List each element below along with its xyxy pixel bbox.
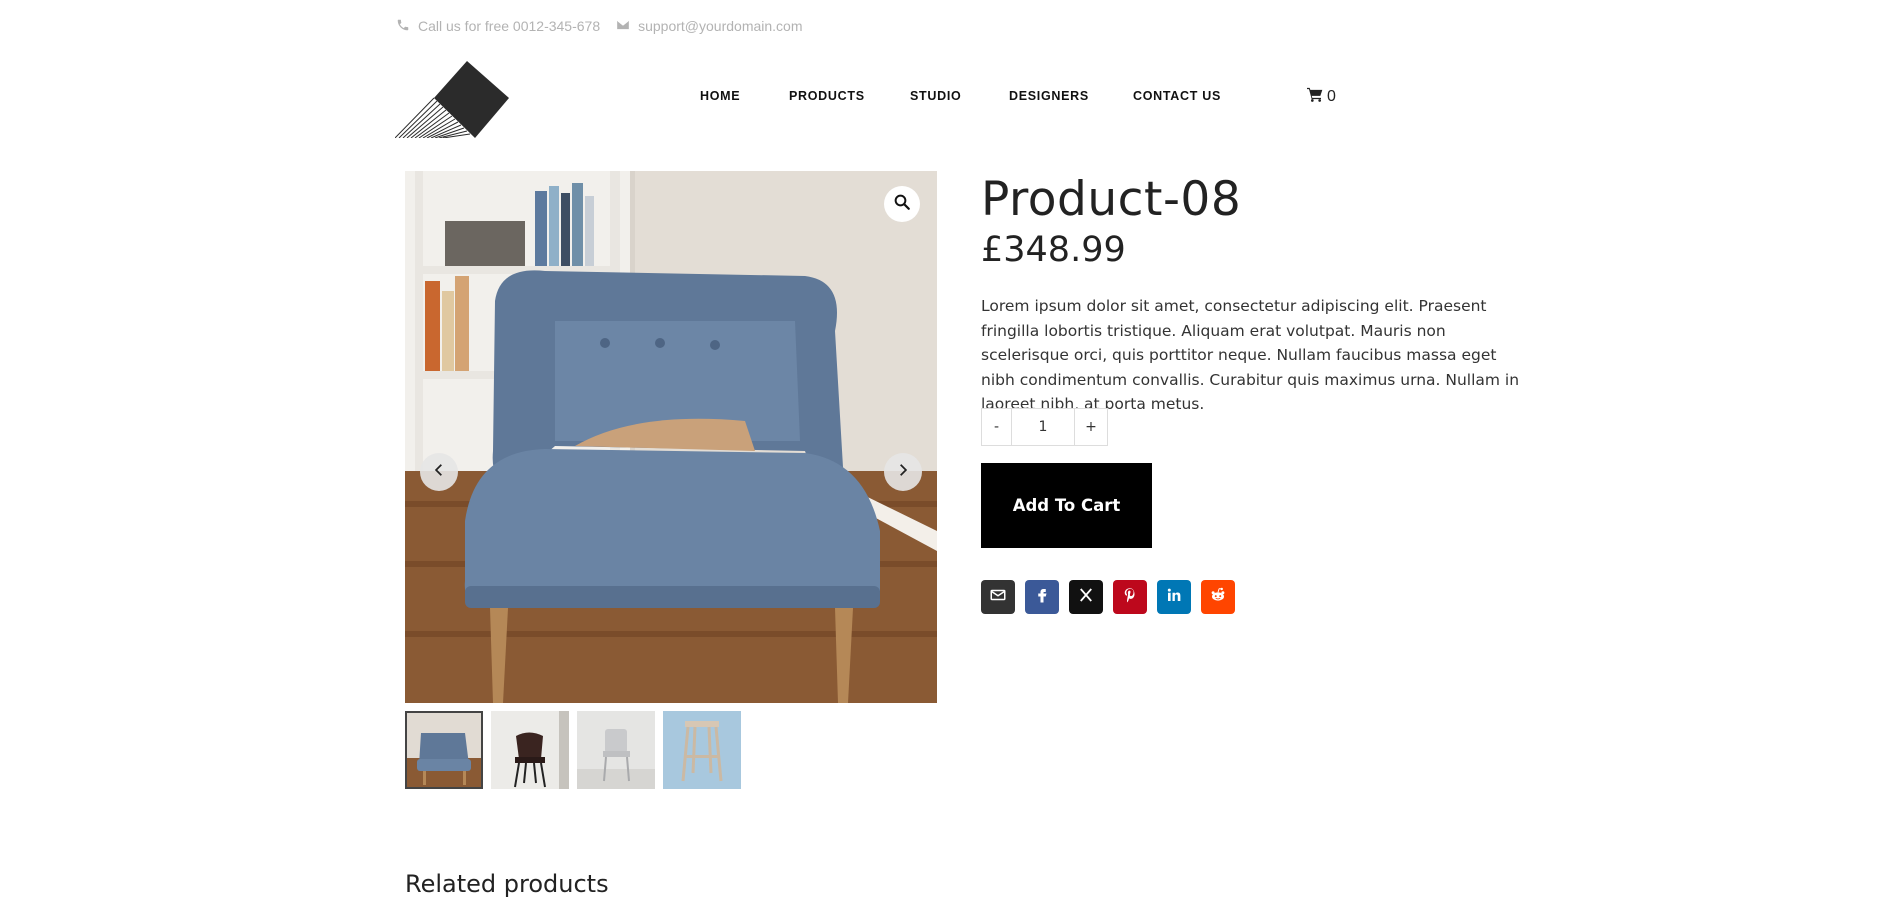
zoom-button[interactable]: [884, 186, 920, 222]
cart-link[interactable]: 0: [1307, 87, 1336, 107]
phone-contact[interactable]: Call us for free 0012-345-678: [396, 18, 600, 35]
image-thumbnails: [405, 711, 741, 789]
product-title: Product-08: [981, 172, 1241, 227]
nav-designers[interactable]: DESIGNERS: [1009, 89, 1089, 103]
thumbnail-wooden-stool[interactable]: [663, 711, 741, 789]
share-buttons: [981, 580, 1235, 614]
phone-text: Call us for free 0012-345-678: [418, 18, 600, 34]
magnifier-icon: [893, 193, 911, 216]
chevron-right-icon: [896, 463, 910, 482]
related-products-heading: Related products: [405, 870, 609, 898]
facebook-icon: [1033, 586, 1051, 609]
reddit-icon: [1209, 586, 1227, 609]
nav-products[interactable]: PRODUCTS: [789, 89, 865, 103]
share-linkedin-button[interactable]: [1157, 580, 1191, 614]
quantity-stepper: - +: [981, 408, 1108, 446]
pinterest-icon: [1121, 586, 1139, 609]
next-image-button[interactable]: [884, 453, 922, 491]
cart-count: 0: [1327, 88, 1336, 106]
x-logo-icon: [1077, 586, 1095, 609]
envelope-icon: [989, 586, 1007, 609]
top-contact-bar: Call us for free 0012-345-678 support@yo…: [396, 16, 803, 36]
chevron-left-icon: [432, 463, 446, 482]
thumbnail-white-chair[interactable]: [577, 711, 655, 789]
quantity-input[interactable]: [1012, 409, 1074, 445]
thumbnail-dark-chair[interactable]: [491, 711, 569, 789]
share-pinterest-button[interactable]: [1113, 580, 1147, 614]
cart-icon: [1307, 87, 1323, 107]
nav-studio[interactable]: STUDIO: [910, 89, 961, 103]
product-description: Lorem ipsum dolor sit amet, consectetur …: [981, 294, 1526, 417]
product-main-image[interactable]: [405, 171, 937, 703]
site-logo[interactable]: [395, 60, 511, 138]
share-email-button[interactable]: [981, 580, 1015, 614]
share-facebook-button[interactable]: [1025, 580, 1059, 614]
email-text: support@yourdomain.com: [638, 18, 802, 34]
share-reddit-button[interactable]: [1201, 580, 1235, 614]
nav-contact-us[interactable]: CONTACT US: [1133, 89, 1221, 103]
thumbnail-blue-armchair[interactable]: [405, 711, 483, 789]
share-x-button[interactable]: [1069, 580, 1103, 614]
prev-image-button[interactable]: [420, 453, 458, 491]
linkedin-icon: [1165, 586, 1183, 609]
quantity-decrement-button[interactable]: -: [982, 409, 1012, 445]
envelope-icon: [616, 18, 630, 35]
add-to-cart-button[interactable]: Add To Cart: [981, 463, 1152, 548]
quantity-increment-button[interactable]: +: [1074, 409, 1107, 445]
nav-home[interactable]: HOME: [700, 89, 740, 103]
email-contact[interactable]: support@yourdomain.com: [616, 18, 802, 35]
phone-icon: [396, 18, 410, 35]
product-price: £348.99: [981, 230, 1126, 270]
